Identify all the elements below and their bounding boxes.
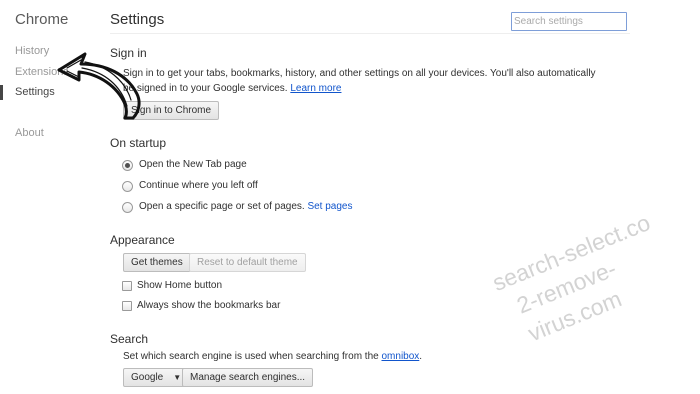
sidebar-item-about[interactable]: About (15, 127, 44, 139)
show-home-button-checkbox[interactable] (122, 281, 132, 291)
startup-option-new-tab-label: Open the New Tab page (139, 159, 247, 170)
startup-option-specific-pages-label: Open a specific page or set of pages. (139, 201, 305, 212)
search-engine-selected: Google (131, 372, 164, 383)
get-themes-button[interactable]: Get themes (123, 253, 191, 272)
settings-main: Settings Sign in Sign in to get your tab… (110, 0, 700, 394)
search-description-end: . (419, 351, 423, 362)
app-title: Chrome (15, 11, 69, 28)
dropdown-arrow-icon: ▼ (173, 373, 182, 382)
section-title-search: Search (110, 332, 149, 346)
section-title-appearance: Appearance (110, 233, 175, 247)
startup-radio-new-tab[interactable] (122, 160, 133, 171)
header-divider (110, 33, 630, 34)
set-pages-link[interactable]: Set pages (307, 201, 352, 212)
manage-search-engines-button[interactable]: Manage search engines... (182, 368, 314, 387)
sidebar-item-settings[interactable]: Settings (0, 85, 55, 100)
reset-theme-button[interactable]: Reset to default theme (189, 253, 306, 272)
page-title: Settings (110, 11, 165, 28)
startup-radio-specific-pages[interactable] (122, 202, 133, 213)
show-bookmarks-bar-checkbox[interactable] (122, 301, 132, 311)
search-description-text: Set which search engine is used when sea… (123, 351, 379, 362)
sign-in-description: Sign in to get your tabs, bookmarks, his… (123, 68, 596, 79)
show-bookmarks-bar-label: Always show the bookmarks bar (137, 300, 281, 311)
sign-in-description-line2: be signed in to your Google services. Le… (123, 83, 341, 94)
sidebar-item-history[interactable]: History (15, 45, 49, 57)
section-title-on-startup: On startup (110, 136, 167, 150)
search-description: Set which search engine is used when sea… (123, 351, 422, 362)
startup-option-continue-label: Continue where you left off (139, 180, 258, 191)
search-engine-select[interactable]: Google ▼ (123, 368, 190, 387)
show-home-button-label: Show Home button (137, 280, 223, 291)
startup-option-specific-pages: Open a specific page or set of pages. Se… (139, 201, 353, 212)
omnibox-link[interactable]: omnibox (381, 351, 419, 362)
startup-radio-continue[interactable] (122, 181, 133, 192)
learn-more-link[interactable]: Learn more (290, 83, 341, 94)
search-settings-input[interactable] (511, 12, 627, 31)
arrow-annotation-icon (57, 52, 141, 120)
